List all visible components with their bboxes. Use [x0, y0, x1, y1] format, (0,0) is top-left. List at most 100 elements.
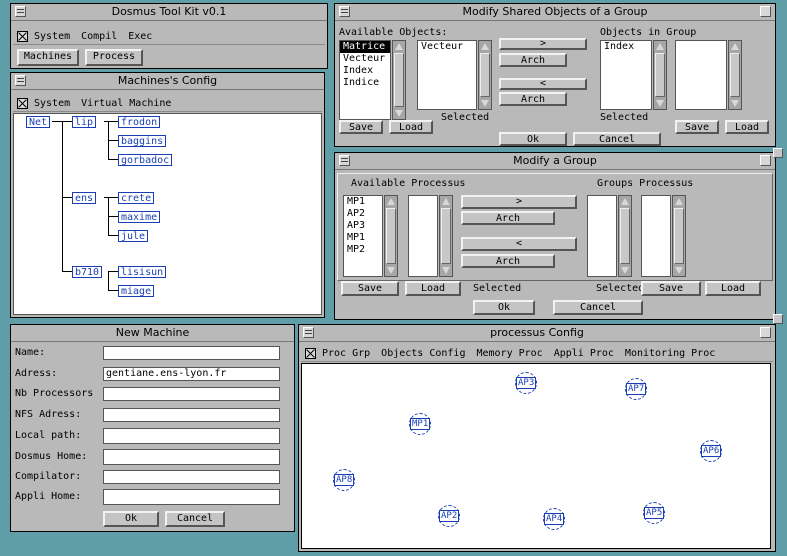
- sash-handle[interactable]: [773, 148, 783, 158]
- list-item[interactable]: Vecteur: [340, 53, 390, 65]
- remove-left-button[interactable]: <: [461, 237, 577, 251]
- sash-handle[interactable]: [773, 314, 783, 324]
- close-icon[interactable]: [17, 30, 28, 42]
- scrollbar[interactable]: [384, 195, 398, 277]
- scrollbar[interactable]: [618, 195, 632, 277]
- arch-button[interactable]: Arch: [461, 254, 555, 268]
- tree-node-machine[interactable]: miage: [118, 285, 155, 297]
- process-node[interactable]: AP7: [625, 378, 647, 400]
- menu-compil[interactable]: Compil: [81, 31, 117, 42]
- add-right-button[interactable]: >: [499, 38, 587, 50]
- process-node[interactable]: AP6: [700, 440, 722, 462]
- menu-system[interactable]: System: [34, 31, 70, 42]
- list-item[interactable]: Vecteur: [418, 41, 476, 53]
- list-item[interactable]: Index: [340, 65, 390, 77]
- menu-appli-proc[interactable]: Appli Proc: [554, 348, 614, 359]
- process-node[interactable]: AP8: [333, 469, 355, 491]
- tree-node-machine[interactable]: maxime: [118, 211, 161, 223]
- tree-node-machine[interactable]: crete: [118, 192, 155, 204]
- scrollbar[interactable]: [728, 40, 742, 110]
- window-menu-icon[interactable]: [339, 155, 350, 166]
- tree-node-machine[interactable]: gorbadoc: [118, 154, 173, 166]
- scrollbar[interactable]: [392, 40, 406, 120]
- process-button[interactable]: Process: [85, 49, 143, 66]
- add-right-button[interactable]: >: [461, 195, 577, 209]
- remove-left-button[interactable]: <: [499, 78, 587, 90]
- window-menu-icon[interactable]: [339, 6, 350, 17]
- machines-button[interactable]: Machines: [17, 49, 79, 66]
- save-button[interactable]: Save: [339, 120, 383, 134]
- arch-button[interactable]: Arch: [461, 211, 555, 225]
- scrollbar[interactable]: [478, 40, 492, 110]
- ok-button[interactable]: Ok: [499, 132, 567, 146]
- process-node[interactable]: AP5: [643, 502, 665, 524]
- list-item[interactable]: Matrice: [340, 41, 390, 53]
- save-button[interactable]: Save: [341, 281, 399, 296]
- process-node[interactable]: MP1: [409, 413, 431, 435]
- nb-processors-field[interactable]: [103, 387, 280, 401]
- tree-node-group[interactable]: ens: [72, 192, 97, 204]
- tree-node-group[interactable]: b710: [72, 266, 103, 278]
- load-button[interactable]: Load: [725, 120, 769, 134]
- local-path-field[interactable]: [103, 428, 280, 444]
- groups-selected-list[interactable]: [641, 195, 671, 277]
- menu-system[interactable]: System: [34, 98, 70, 109]
- ok-button[interactable]: Ok: [473, 300, 535, 315]
- scrollbar[interactable]: [672, 195, 686, 277]
- save-button[interactable]: Save: [675, 120, 719, 134]
- list-item[interactable]: MP1: [344, 196, 382, 208]
- appli-home-field[interactable]: [103, 489, 280, 505]
- resize-icon[interactable]: [760, 6, 771, 17]
- window-menu-icon[interactable]: [303, 327, 314, 338]
- list-item[interactable]: Indice: [340, 77, 390, 89]
- load-button[interactable]: Load: [405, 281, 461, 296]
- available-objects-list[interactable]: Matrice Vecteur Index Indice: [339, 40, 391, 120]
- save-button[interactable]: Save: [641, 281, 701, 296]
- available-processus-list[interactable]: MP1 AP2 AP3 MP1 MP2: [343, 195, 383, 277]
- menu-virtual-machine[interactable]: Virtual Machine: [81, 98, 171, 109]
- process-node[interactable]: AP3: [515, 372, 537, 394]
- tree-node-machine[interactable]: lisisun: [118, 266, 167, 278]
- processus-canvas[interactable]: AP3 AP7 MP1 AP6 AP8 AP2 AP4 AP5: [301, 363, 771, 549]
- menu-objects-config[interactable]: Objects Config: [381, 348, 465, 359]
- selected-objects-list[interactable]: Vecteur: [417, 40, 477, 110]
- window-menu-icon[interactable]: [15, 6, 26, 17]
- menu-monitoring-proc[interactable]: Monitoring Proc: [625, 348, 715, 359]
- cancel-button[interactable]: Cancel: [573, 132, 661, 146]
- tree-node-machine[interactable]: frodon: [118, 116, 161, 128]
- groups-processus-list[interactable]: [587, 195, 617, 277]
- tree-node-group[interactable]: lip: [72, 116, 97, 128]
- process-node[interactable]: AP2: [438, 505, 460, 527]
- dosmus-home-field[interactable]: [103, 449, 280, 465]
- list-item[interactable]: AP3: [344, 220, 382, 232]
- group-objects-list[interactable]: Index: [600, 40, 652, 110]
- tree-node-machine[interactable]: jule: [118, 230, 149, 242]
- cancel-button[interactable]: Cancel: [165, 511, 225, 527]
- close-icon[interactable]: [305, 347, 316, 359]
- resize-icon[interactable]: [760, 155, 771, 166]
- tree-node-machine[interactable]: baggins: [118, 135, 167, 147]
- scrollbar[interactable]: [653, 40, 667, 110]
- list-item[interactable]: MP2: [344, 244, 382, 256]
- address-field[interactable]: gentiane.ens-lyon.fr: [103, 367, 280, 381]
- tree-node-net[interactable]: Net: [26, 116, 51, 128]
- nfs-address-field[interactable]: [103, 408, 280, 422]
- arch-button[interactable]: Arch: [499, 92, 567, 106]
- compilator-field[interactable]: [103, 470, 280, 484]
- group-selected-list[interactable]: [675, 40, 727, 110]
- cancel-button[interactable]: Cancel: [553, 300, 643, 315]
- menu-memory-proc[interactable]: Memory Proc: [476, 348, 542, 359]
- menu-exec[interactable]: Exec: [128, 31, 152, 42]
- load-button[interactable]: Load: [705, 281, 761, 296]
- close-icon[interactable]: [17, 97, 28, 109]
- list-item[interactable]: MP1: [344, 232, 382, 244]
- selected-processus-list[interactable]: [408, 195, 438, 277]
- window-menu-icon[interactable]: [15, 75, 26, 86]
- list-item[interactable]: AP2: [344, 208, 382, 220]
- name-field[interactable]: [103, 346, 280, 360]
- process-node[interactable]: AP4: [543, 508, 565, 530]
- menu-proc-grp[interactable]: Proc Grp: [322, 348, 370, 359]
- list-item[interactable]: Index: [601, 41, 651, 53]
- resize-icon[interactable]: [760, 327, 771, 338]
- load-button[interactable]: Load: [389, 120, 433, 134]
